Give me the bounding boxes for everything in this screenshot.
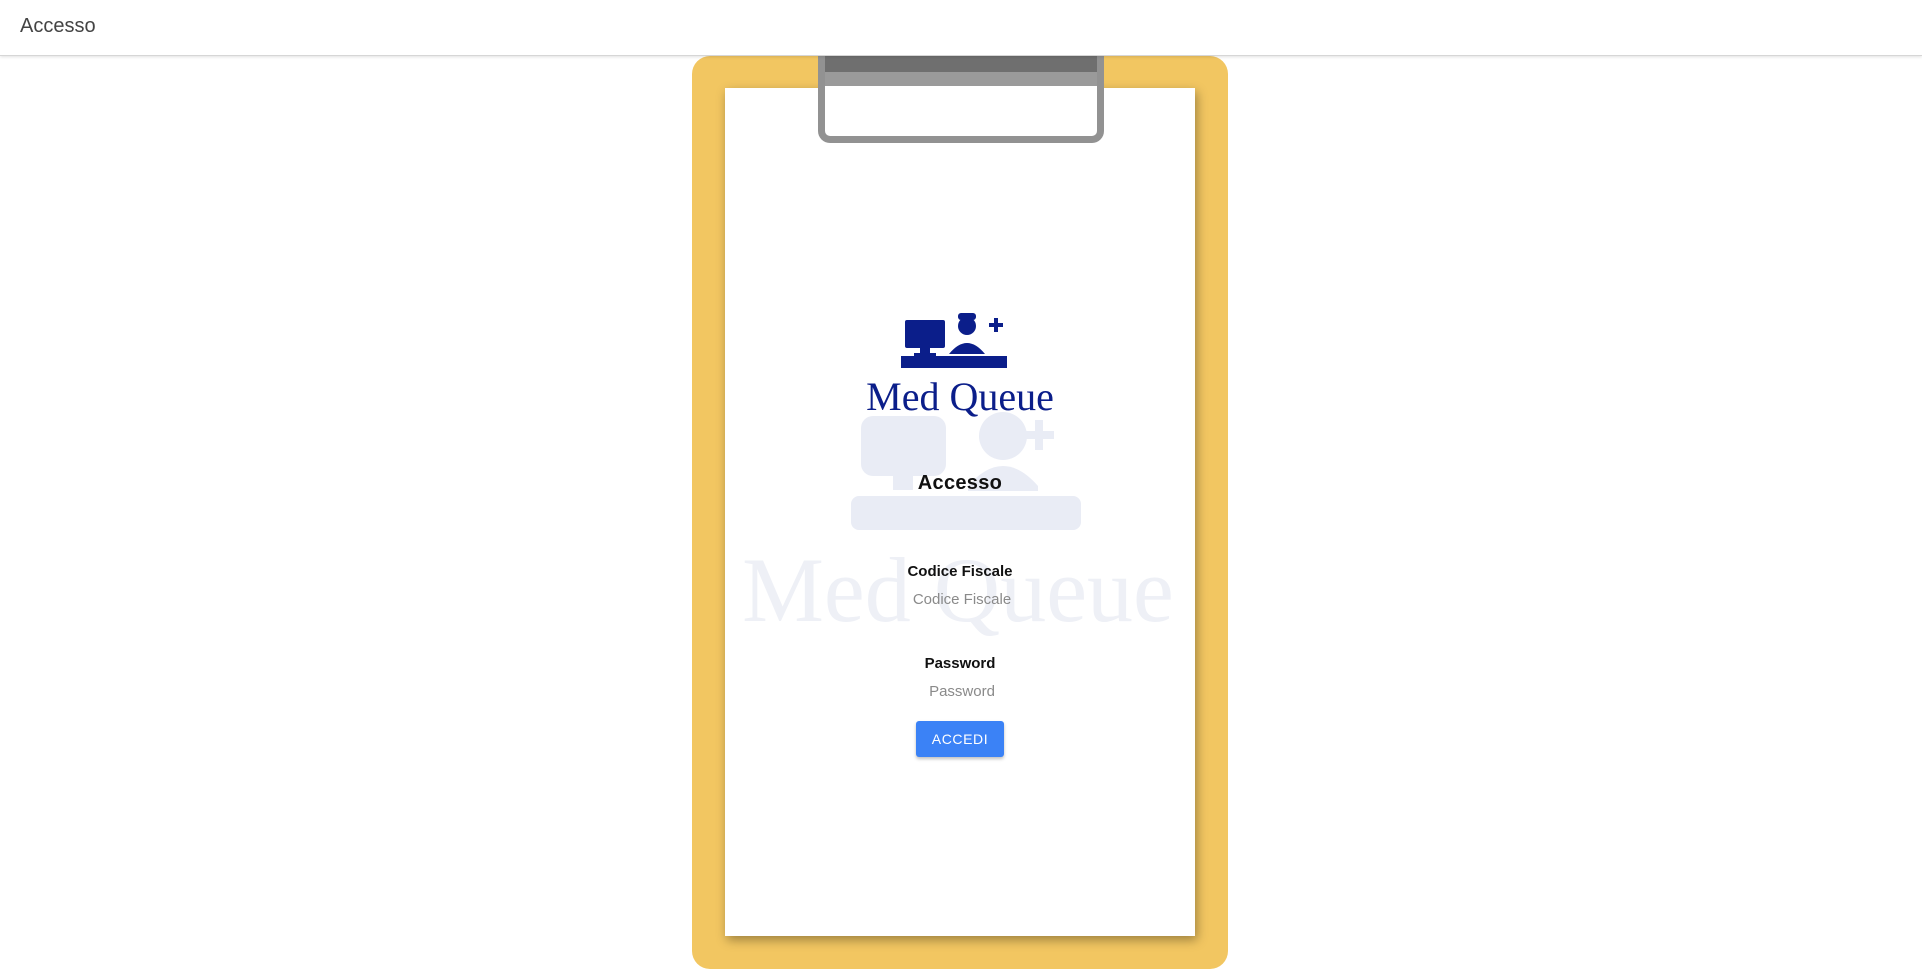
codice-fiscale-input[interactable] [860,586,1064,612]
codice-fiscale-label: Codice Fiscale [907,563,1013,580]
login-form: Accesso Codice Fiscale Password ACCEDI [725,88,1195,936]
password-label: Password [924,655,996,672]
clip-bar-light [825,72,1097,86]
top-app-bar: Accesso [0,0,1922,56]
login-paper-card: Med Queue Med Queue Accesso Codice Fisca… [725,88,1195,936]
accedi-button[interactable]: ACCEDI [916,721,1004,757]
clipboard-clip [818,56,1104,143]
clipboard-board: Med Queue Med Queue Accesso Codice Fisca… [692,56,1228,969]
form-title: Accesso [917,472,1003,494]
page-title: Accesso [20,15,96,37]
clip-bar-dark [825,56,1097,72]
password-input[interactable] [860,678,1064,704]
